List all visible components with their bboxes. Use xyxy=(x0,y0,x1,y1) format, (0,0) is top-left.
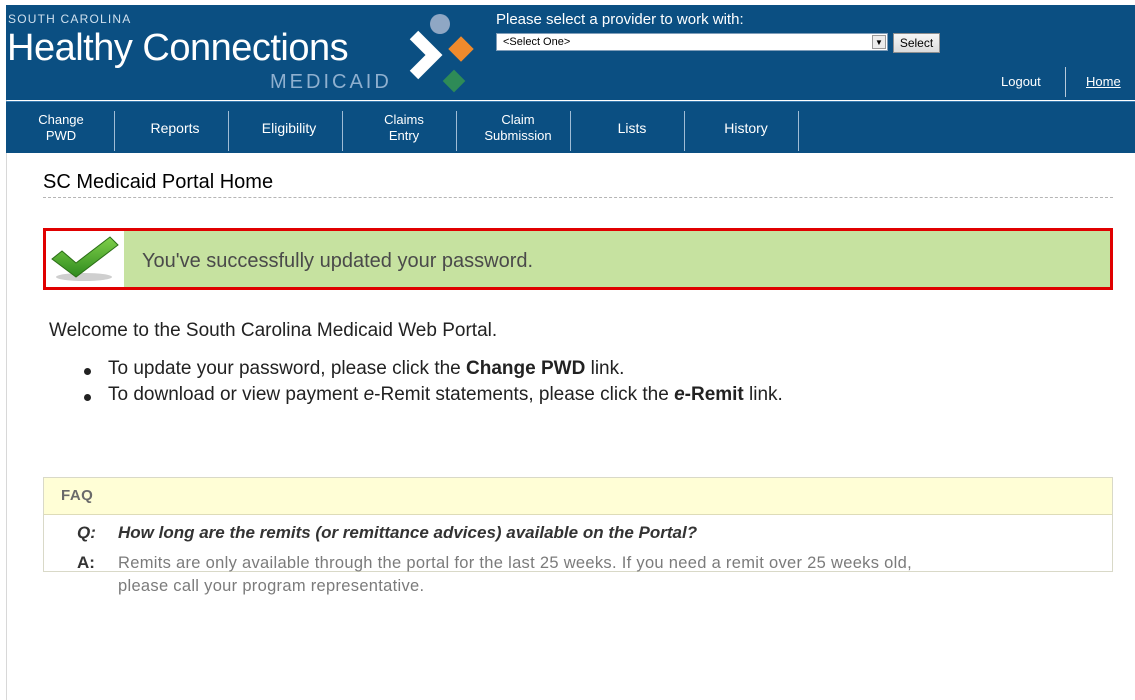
welcome-text: Welcome to the South Carolina Medicaid W… xyxy=(49,320,498,341)
site-header: SOUTH CAROLINA Healthy Connections MEDIC… xyxy=(6,5,1135,100)
nav-separator xyxy=(798,111,799,151)
bullet-text: To update your password, please click th… xyxy=(108,358,467,379)
checkmark-icon xyxy=(51,236,119,281)
nav-item-lists[interactable]: Lists xyxy=(577,102,687,153)
brand-state: SOUTH CAROLINA xyxy=(8,12,132,26)
home-link[interactable]: Home xyxy=(1086,74,1121,89)
nav-item-reports[interactable]: Reports xyxy=(120,102,230,153)
bullet-text: -Remit statements, please click the xyxy=(374,384,675,405)
alert-icon-box xyxy=(46,231,124,287)
list-item: To download or view payment e-Remit stat… xyxy=(82,384,783,410)
bullet-icon xyxy=(84,394,91,401)
chevron-down-icon[interactable]: ▼ xyxy=(872,35,886,49)
faq-heading: FAQ xyxy=(61,487,94,504)
nav-separator xyxy=(342,111,343,151)
logout-link[interactable]: Logout xyxy=(1001,74,1041,89)
bullet-icon xyxy=(84,368,91,375)
bullet-text: To download or view payment xyxy=(108,384,364,405)
nav-separator xyxy=(684,111,685,151)
faq-panel: FAQ Q: How long are the remits (or remit… xyxy=(43,477,1113,595)
nav-label-line2: Entry xyxy=(388,127,420,143)
brand-medicaid: MEDICAID xyxy=(270,71,392,93)
list-item: To update your password, please click th… xyxy=(82,358,783,384)
nav-label-line2: PWD xyxy=(45,127,77,143)
page-left-border xyxy=(6,100,7,700)
provider-select-value: <Select One> xyxy=(503,36,571,48)
title-divider xyxy=(43,197,1113,198)
nav-label-line1: Claim xyxy=(501,111,535,127)
nav-item-claim-submission[interactable]: Claim Submission xyxy=(463,102,573,153)
select-provider-button[interactable]: Select xyxy=(893,33,940,53)
instruction-list: To update your password, please click th… xyxy=(82,358,783,410)
change-pwd-link-ref: Change PWD xyxy=(466,358,586,379)
page-title: SC Medicaid Portal Home xyxy=(43,171,274,193)
faq-answer-label: A: xyxy=(77,553,95,572)
faq-question: How long are the remits (or remittance a… xyxy=(118,523,698,542)
faq-question-label: Q: xyxy=(77,523,96,542)
nav-item-history[interactable]: History xyxy=(691,102,801,153)
nav-separator xyxy=(114,111,115,151)
nav-label-line1: Change xyxy=(38,111,84,127)
bullet-text: link. xyxy=(585,358,625,379)
e-remit-link-ref: -Remit xyxy=(684,384,744,405)
provider-prompt: Please select a provider to work with: xyxy=(496,11,744,28)
success-alert: You've successfully updated your passwor… xyxy=(43,228,1113,290)
nav-label-line2: Submission xyxy=(484,127,552,143)
main-nav: Change PWD Reports Eligibility Claims Entr… xyxy=(6,101,1135,153)
faq-answer: Remits are only available through the po… xyxy=(118,554,912,595)
nav-separator xyxy=(228,111,229,151)
nav-label-line1: Claims xyxy=(384,111,424,127)
faq-header: FAQ xyxy=(44,478,1112,515)
nav-item-claims-entry[interactable]: Claims Entry xyxy=(349,102,459,153)
brand-title[interactable]: Healthy Connections xyxy=(7,27,349,70)
healthy-connections-logo-icon xyxy=(409,14,474,93)
provider-select[interactable]: <Select One> ▼ xyxy=(496,33,888,51)
nav-separator xyxy=(570,111,571,151)
nav-item-change-pwd[interactable]: Change PWD xyxy=(6,102,116,153)
nav-separator xyxy=(456,111,457,151)
bullet-text-italic: e xyxy=(363,384,375,405)
nav-item-eligibility[interactable]: Eligibility xyxy=(234,102,344,153)
bullet-text: link. xyxy=(743,384,783,405)
e-remit-link-ref-e: e xyxy=(674,384,685,405)
header-divider xyxy=(1065,67,1066,97)
alert-message: You've successfully updated your passwor… xyxy=(142,250,534,272)
